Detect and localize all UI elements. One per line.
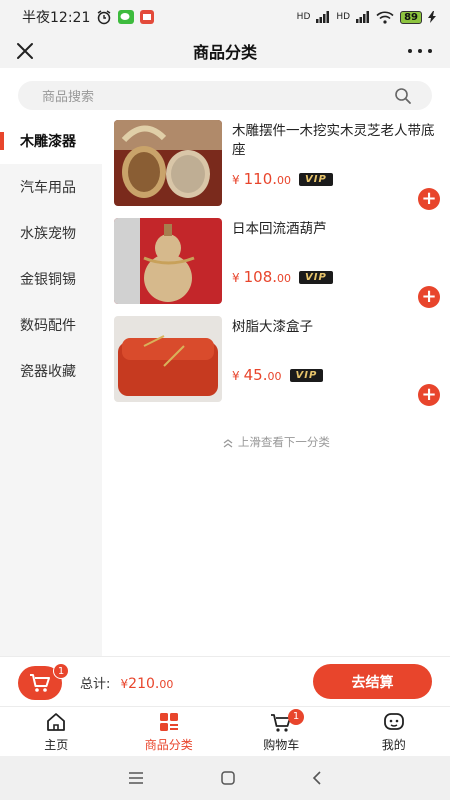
tab-profile[interactable]: 我的 — [338, 707, 450, 756]
tab-home[interactable]: 主页 — [0, 707, 113, 756]
home-button-icon[interactable] — [221, 771, 235, 785]
add-to-cart-button[interactable]: + — [418, 286, 440, 308]
tab-cart[interactable]: 购物车 1 — [225, 707, 338, 756]
product-item[interactable]: 日本回流酒葫芦 ¥ 108. 00 VIP + — [114, 218, 440, 308]
nav-bar: 商品分类 — [0, 34, 450, 68]
wechat-icon — [118, 10, 135, 24]
tab-category[interactable]: 商品分类 — [113, 707, 226, 756]
product-name[interactable]: 树脂大漆盒子 — [232, 318, 440, 337]
search-placeholder: 商品搜索 — [42, 90, 95, 105]
search-input[interactable]: 商品搜索 — [18, 81, 432, 110]
cart-total: 总计: ¥210.00 — [80, 676, 174, 692]
add-to-cart-button[interactable]: + — [418, 188, 440, 210]
search-icon[interactable] — [394, 87, 412, 105]
checkout-button[interactable]: 去结算 — [313, 664, 432, 699]
alarm-icon — [97, 10, 111, 25]
chevron-up-icon — [223, 438, 233, 448]
signal-icon — [316, 11, 330, 23]
next-category-hint: 上滑查看下一分类 — [102, 434, 450, 450]
vip-badge: VIP — [299, 172, 333, 186]
product-name[interactable]: 木雕摆件一木挖实木灵芝老人带底座 — [232, 122, 440, 160]
back-icon[interactable] — [312, 771, 322, 785]
product-price: ¥ 108. 00 VIP — [232, 268, 333, 286]
home-icon — [47, 712, 66, 731]
vip-badge: VIP — [289, 368, 324, 382]
signal-hd-2: HD — [336, 11, 351, 22]
status-time: 半夜12:21 — [22, 10, 91, 26]
product-price: ¥ 45. 00 VIP — [232, 366, 324, 384]
add-to-cart-button[interactable]: + — [418, 384, 440, 406]
product-name[interactable]: 日本回流酒葫芦 — [232, 220, 440, 239]
sidebar-item-metals[interactable]: 金银铜锡 — [0, 256, 102, 302]
menu-icon[interactable] — [128, 772, 144, 784]
product-image[interactable] — [114, 316, 222, 402]
sidebar-item-digital[interactable]: 数码配件 — [0, 302, 102, 348]
signal-icon-2 — [356, 11, 370, 23]
sidebar-item-wood-lacquer[interactable]: 木雕漆器 — [0, 118, 102, 164]
charging-icon — [428, 11, 436, 23]
product-image[interactable] — [114, 120, 222, 206]
vip-badge: VIP — [299, 270, 333, 284]
product-item[interactable]: 树脂大漆盒子 ¥ 45. 00 VIP + — [114, 316, 440, 406]
page-title: 商品分类 — [192, 43, 257, 62]
status-bar: 半夜12:21 HD HD 89 — [0, 0, 450, 34]
close-icon[interactable] — [14, 40, 36, 62]
product-price: ¥ 110. 00 VIP — [232, 170, 333, 188]
profile-icon — [383, 712, 404, 730]
app-notification-icon — [140, 10, 155, 24]
cart-count-badge: 1 — [53, 663, 69, 679]
sidebar-item-porcelain[interactable]: 瓷器收藏 — [0, 348, 102, 394]
category-sidebar: 木雕漆器 汽车用品 水族宠物 金银铜锡 数码配件 瓷器收藏 — [0, 118, 102, 656]
bottom-tabbar: 主页 商品分类 购物车 1 我的 — [0, 706, 450, 756]
tab-cart-badge: 1 — [288, 709, 304, 725]
wifi-icon — [376, 11, 394, 24]
more-options-icon[interactable] — [408, 47, 432, 55]
cart-summary-bar: 1 总计: ¥210.00 去结算 — [0, 656, 450, 706]
system-navigation-bar — [0, 756, 450, 800]
product-image[interactable] — [114, 218, 222, 304]
sidebar-item-aquarium-pets[interactable]: 水族宠物 — [0, 210, 102, 256]
product-item[interactable]: 木雕摆件一木挖实木灵芝老人带底座 ¥ 110. 00 VIP + — [114, 120, 440, 210]
category-icon — [159, 712, 178, 731]
battery-indicator: 89 — [400, 10, 422, 24]
signal-hd-1: HD — [296, 11, 311, 22]
sidebar-item-auto[interactable]: 汽车用品 — [0, 164, 102, 210]
cart-icon — [30, 674, 50, 692]
product-list: 木雕摆件一木挖实木灵芝老人带底座 ¥ 110. 00 VIP + 日本回流酒葫芦… — [102, 118, 450, 656]
search-section: 商品搜索 — [0, 68, 450, 118]
